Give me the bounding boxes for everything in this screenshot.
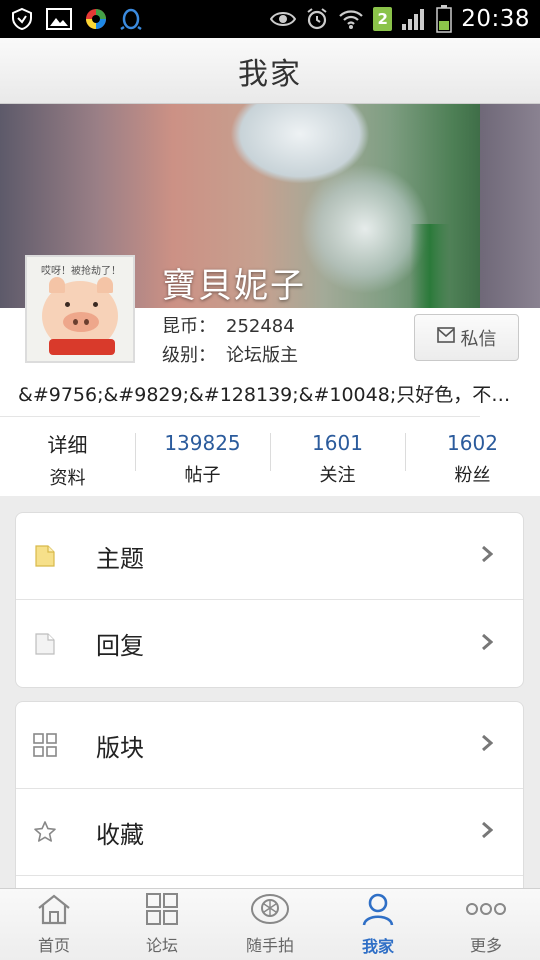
level-value: 论坛版主: [226, 345, 298, 366]
mail-icon: [436, 327, 455, 348]
nav-my-home[interactable]: 我家: [324, 889, 432, 960]
chevron-right-icon: [481, 633, 494, 655]
wifi-icon: [338, 8, 364, 30]
coins-value: 252484: [226, 316, 295, 337]
nav-my-home-label: 我家: [361, 937, 394, 956]
app-ring-icon: [84, 7, 108, 31]
nav-snapshot[interactable]: 随手拍: [216, 889, 324, 960]
qq-penguin-icon: [120, 7, 142, 31]
private-message-button[interactable]: 私信: [414, 314, 519, 361]
menu-item-boards[interactable]: 版块: [16, 702, 523, 789]
nav-forum-label: 论坛: [145, 936, 178, 955]
image-icon: [46, 8, 72, 30]
page-title: 我家: [238, 56, 302, 92]
menu-label-boards: 版块: [96, 733, 144, 762]
person-icon: [361, 892, 395, 930]
folder-icon: [32, 543, 58, 569]
menu-card-posts: 主题 回复: [15, 512, 524, 688]
stat-following-count: 1601: [312, 431, 363, 455]
avatar-caption: 哎呀！被抢劫了！: [41, 266, 121, 277]
nav-more[interactable]: 更多: [432, 889, 540, 960]
menu-label-topics: 主题: [96, 544, 144, 573]
level-label: 级别：: [162, 345, 216, 366]
stat-following-label: 关注: [319, 465, 356, 486]
nav-home-label: 首页: [37, 936, 70, 955]
more-dots-icon: [464, 893, 508, 929]
title-bar: 我家: [0, 38, 540, 104]
battery-icon: [436, 5, 452, 33]
stat-posts-count: 139825: [164, 431, 241, 455]
private-message-label: 私信: [460, 328, 497, 350]
stat-details-bottom: 资料: [49, 467, 86, 489]
nav-snapshot-label: 随手拍: [245, 936, 294, 955]
stat-details-top: 详细: [47, 432, 88, 457]
stat-fans-count: 1602: [447, 431, 498, 455]
signature: &#9756;&#9829;&#128139;&#10048;只好色，不…: [18, 384, 511, 406]
nav-home[interactable]: 首页: [0, 889, 108, 960]
eye-icon: [270, 10, 297, 28]
star-icon: [32, 819, 58, 845]
status-bar: 2 20:38: [0, 0, 540, 38]
avatar[interactable]: 哎呀！被抢劫了！: [25, 255, 135, 363]
chevron-right-icon: [481, 545, 494, 567]
alarm-icon: [305, 7, 329, 31]
menu-label-replies: 回复: [96, 632, 144, 660]
forum-grid-icon: [145, 893, 179, 929]
stat-fans-label: 粉丝: [454, 465, 491, 486]
stats-bar: 详细 资料 139825 帖子 1601 关注 1602 粉丝: [0, 428, 540, 490]
grid-icon: [32, 732, 58, 758]
username: 寶貝妮子: [162, 266, 306, 306]
menu-item-favorites[interactable]: 收藏: [16, 789, 523, 876]
stat-posts-label: 帖子: [184, 465, 221, 486]
stat-fans[interactable]: 1602 粉丝: [405, 428, 540, 490]
coins-label: 昆币：: [162, 316, 216, 337]
menu-label-favorites: 收藏: [96, 820, 144, 849]
menu-item-topics[interactable]: 主题: [16, 513, 523, 600]
divider: [0, 416, 480, 417]
chevron-right-icon: [481, 821, 494, 843]
bottom-nav: 首页 论坛 随手拍 我家 更多: [0, 888, 540, 960]
menu-card-browse: 版块 收藏: [15, 701, 524, 891]
shield-icon: [10, 7, 34, 31]
stat-posts[interactable]: 139825 帖子: [135, 428, 270, 490]
document-icon: [32, 631, 58, 657]
camera-shutter-icon: [250, 893, 290, 929]
coins-line: 昆币： 252484: [162, 312, 295, 338]
signal-icon: [401, 7, 427, 31]
nav-more-label: 更多: [469, 936, 502, 955]
level-line: 级别： 论坛版主: [162, 341, 298, 367]
nav-forum[interactable]: 论坛: [108, 889, 216, 960]
menu-item-replies[interactable]: 回复: [16, 600, 523, 687]
home-icon: [35, 893, 73, 929]
sim-badge: 2: [373, 7, 393, 31]
stat-details[interactable]: 详细 资料: [0, 428, 135, 490]
stat-following[interactable]: 1601 关注: [270, 428, 405, 490]
chevron-right-icon: [481, 734, 494, 756]
clock: 20:38: [461, 6, 530, 32]
